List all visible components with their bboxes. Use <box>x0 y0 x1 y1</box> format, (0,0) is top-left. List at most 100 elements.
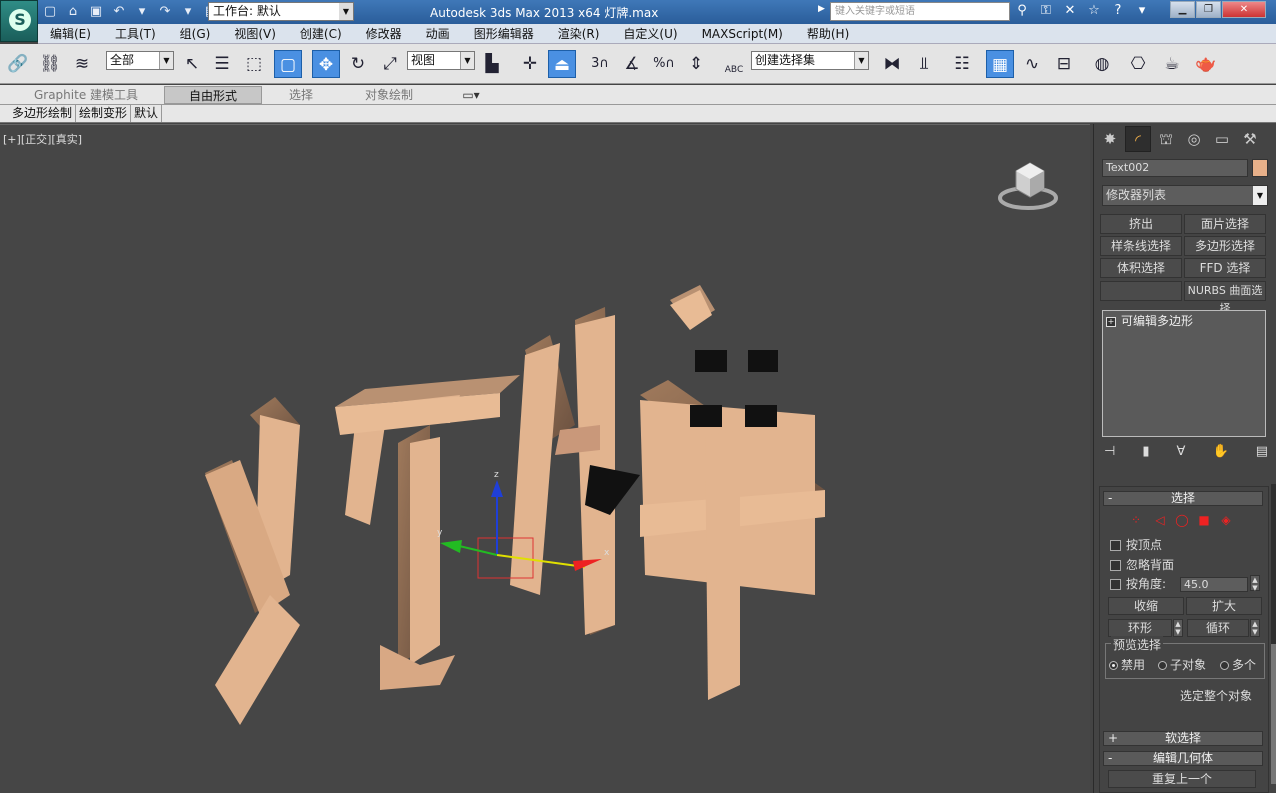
ring-button[interactable]: 环形 <box>1108 619 1172 637</box>
preview-off-radio[interactable]: 禁用 <box>1109 656 1145 673</box>
rollout-edit-geometry-header[interactable]: - 编辑几何体 <box>1103 751 1263 766</box>
nurbs-surface-select-button[interactable]: NURBS 曲面选择 <box>1184 281 1266 315</box>
configure-sets-icon[interactable]: ▤ <box>1256 444 1268 462</box>
patch-select-button[interactable]: 面片选择 <box>1184 214 1266 234</box>
mirror-icon[interactable]: ⧓ <box>878 50 906 78</box>
display-tab-icon[interactable]: ▭ <box>1209 126 1235 152</box>
snaps-toggle-icon[interactable]: 3∩ <box>586 50 614 78</box>
close-button[interactable]: ✕ <box>1222 1 1266 18</box>
loop-button[interactable]: 循环 <box>1187 619 1249 637</box>
spline-select-button[interactable]: 样条线选择 <box>1100 236 1182 256</box>
angle-value-input[interactable]: 45.0 <box>1180 577 1248 592</box>
make-unique-icon[interactable]: ∀ <box>1177 444 1186 462</box>
volume-select-button[interactable]: 体积选择 <box>1100 258 1182 278</box>
keyboard-shortcut-override-icon[interactable]: ⏏ <box>548 50 576 78</box>
command-panel-scroll-thumb[interactable] <box>1271 644 1276 784</box>
favorites-star-icon[interactable]: ☆ <box>1084 2 1104 20</box>
layer-manager-icon[interactable]: ☷ <box>948 50 976 78</box>
menu-rendering[interactable]: 渲染(R) <box>546 24 612 44</box>
ignore-backfacing-checkbox[interactable]: 忽略背面 <box>1110 557 1174 573</box>
modifier-list-dropdown[interactable]: 修改器列表 ▼ <box>1102 185 1268 206</box>
utilities-tab-icon[interactable]: ⚒ <box>1237 126 1263 152</box>
curve-editor-icon[interactable]: ∿ <box>1018 50 1046 78</box>
menu-modifiers[interactable]: 修改器 <box>354 24 414 44</box>
help-dropdown-icon[interactable]: ▾ <box>1132 2 1152 20</box>
graphite-toggle-icon[interactable]: ▦ <box>986 50 1014 78</box>
reference-coordinate-dropdown[interactable]: 视图 ▼ <box>407 51 475 70</box>
grow-button[interactable]: 扩大 <box>1186 597 1262 615</box>
panel-defaults[interactable]: 默认 <box>131 105 163 122</box>
redo-icon[interactable]: ↷ <box>155 3 175 21</box>
stack-item-editable-poly[interactable]: + 可编辑多边形 <box>1106 314 1264 329</box>
schematic-view-icon[interactable]: ⊟ <box>1050 50 1078 78</box>
edit-named-selection-icon[interactable]: ABC <box>720 50 748 78</box>
minimize-button[interactable]: ▁ <box>1170 1 1195 18</box>
pin-stack-icon[interactable]: ⊣ <box>1104 444 1115 462</box>
workspace-dropdown[interactable]: 工作台: 默认 ▼ <box>208 2 354 21</box>
by-vertex-checkbox[interactable]: 按顶点 <box>1110 537 1162 553</box>
polygon-subobject-icon[interactable]: ■ <box>1196 513 1212 527</box>
save-icon[interactable]: ▣ <box>86 3 106 21</box>
render-setup-icon[interactable]: ⎔ <box>1124 50 1152 78</box>
menu-tools[interactable]: 工具(T) <box>103 24 168 44</box>
rollout-selection-header[interactable]: - 选择 <box>1103 491 1263 506</box>
unlink-icon[interactable]: ⛓ <box>36 50 64 78</box>
modifier-stack[interactable]: + 可编辑多边形 <box>1102 310 1266 437</box>
link-icon[interactable]: 🔗 <box>4 50 32 78</box>
tab-freeform[interactable]: 自由形式 <box>164 86 262 104</box>
select-and-scale-icon[interactable]: ⤢ <box>376 50 404 78</box>
menu-views[interactable]: 视图(V) <box>222 24 288 44</box>
rollout-soft-selection-header[interactable]: + 软选择 <box>1103 731 1263 746</box>
menu-edit[interactable]: 编辑(E) <box>38 24 103 44</box>
undo-dropdown-icon[interactable]: ▾ <box>132 3 152 21</box>
preview-subobject-radio[interactable]: 子对象 <box>1158 656 1206 673</box>
viewcube[interactable] <box>998 162 1058 210</box>
menu-create[interactable]: 创建(C) <box>288 24 354 44</box>
menu-graph-editors[interactable]: 图形编辑器 <box>462 24 546 44</box>
object-name-field[interactable]: Text002 <box>1102 159 1248 177</box>
bind-space-warp-icon[interactable]: ≋ <box>68 50 96 78</box>
tab-graphite-modeling[interactable]: Graphite 建模工具 <box>30 86 142 104</box>
shrink-button[interactable]: 收缩 <box>1108 597 1184 615</box>
show-end-result-icon[interactable]: ▮ <box>1142 444 1149 462</box>
render-frame-icon[interactable]: ☕ <box>1158 50 1186 78</box>
communication-center-icon[interactable]: ✕ <box>1060 2 1080 20</box>
border-subobject-icon[interactable]: ◯ <box>1174 513 1190 527</box>
open-file-icon[interactable]: ⌂ <box>63 3 83 21</box>
redo-dropdown-icon[interactable]: ▾ <box>178 3 198 21</box>
menu-maxscript[interactable]: MAXScript(M) <box>690 24 795 44</box>
object-color-swatch[interactable] <box>1252 159 1268 177</box>
text-3d-model[interactable] <box>205 285 825 725</box>
viewport-orthographic[interactable]: [+][正交][真实] z x y <box>0 124 1090 793</box>
binoculars-icon[interactable]: ⚲ <box>1012 2 1032 20</box>
select-object-icon[interactable]: ↖ <box>178 50 206 78</box>
app-menu-button[interactable]: S <box>0 0 38 42</box>
selection-filter-dropdown[interactable]: 全部 ▼ <box>106 51 174 70</box>
poly-select-button[interactable]: 多边形选择 <box>1184 236 1266 256</box>
help-icon[interactable]: ? <box>1108 2 1128 20</box>
loop-spinner[interactable]: ▲ ▼ <box>1250 619 1260 637</box>
maximize-button[interactable]: ❐ <box>1196 1 1221 18</box>
expand-plus-icon[interactable]: + <box>1106 316 1116 327</box>
ffd-select-button[interactable]: FFD 选择 <box>1184 258 1266 278</box>
select-by-name-icon[interactable]: ☰ <box>208 50 236 78</box>
empty-modifier-button[interactable] <box>1100 281 1182 301</box>
material-editor-icon[interactable]: ◍ <box>1088 50 1116 78</box>
remove-modifier-icon[interactable]: ✋ <box>1212 444 1228 462</box>
modify-tab-icon[interactable]: ◜ <box>1125 126 1151 152</box>
ribbon-options-icon[interactable]: ▭▾ <box>458 86 484 104</box>
named-selection-dropdown[interactable]: 创建选择集 ▼ <box>751 51 869 70</box>
create-tab-icon[interactable]: ✸ <box>1097 126 1123 152</box>
menu-help[interactable]: 帮助(H) <box>795 24 861 44</box>
panel-polydraw[interactable]: 多边形绘制 <box>9 105 77 122</box>
motion-tab-icon[interactable]: ◎ <box>1181 126 1207 152</box>
undo-icon[interactable]: ↶ <box>109 3 129 21</box>
tab-selection[interactable]: 选择 <box>276 86 326 104</box>
menu-customize[interactable]: 自定义(U) <box>611 24 689 44</box>
angle-snap-icon[interactable]: ∡ <box>618 50 646 78</box>
ring-spinner[interactable]: ▲ ▼ <box>1173 619 1183 637</box>
pivot-center-icon[interactable]: ▙ <box>478 50 506 78</box>
angle-spinner[interactable]: ▲ ▼ <box>1250 575 1260 592</box>
align-icon[interactable]: ⫫ <box>910 50 938 78</box>
subscription-key-icon[interactable]: ⚿ <box>1036 2 1056 20</box>
